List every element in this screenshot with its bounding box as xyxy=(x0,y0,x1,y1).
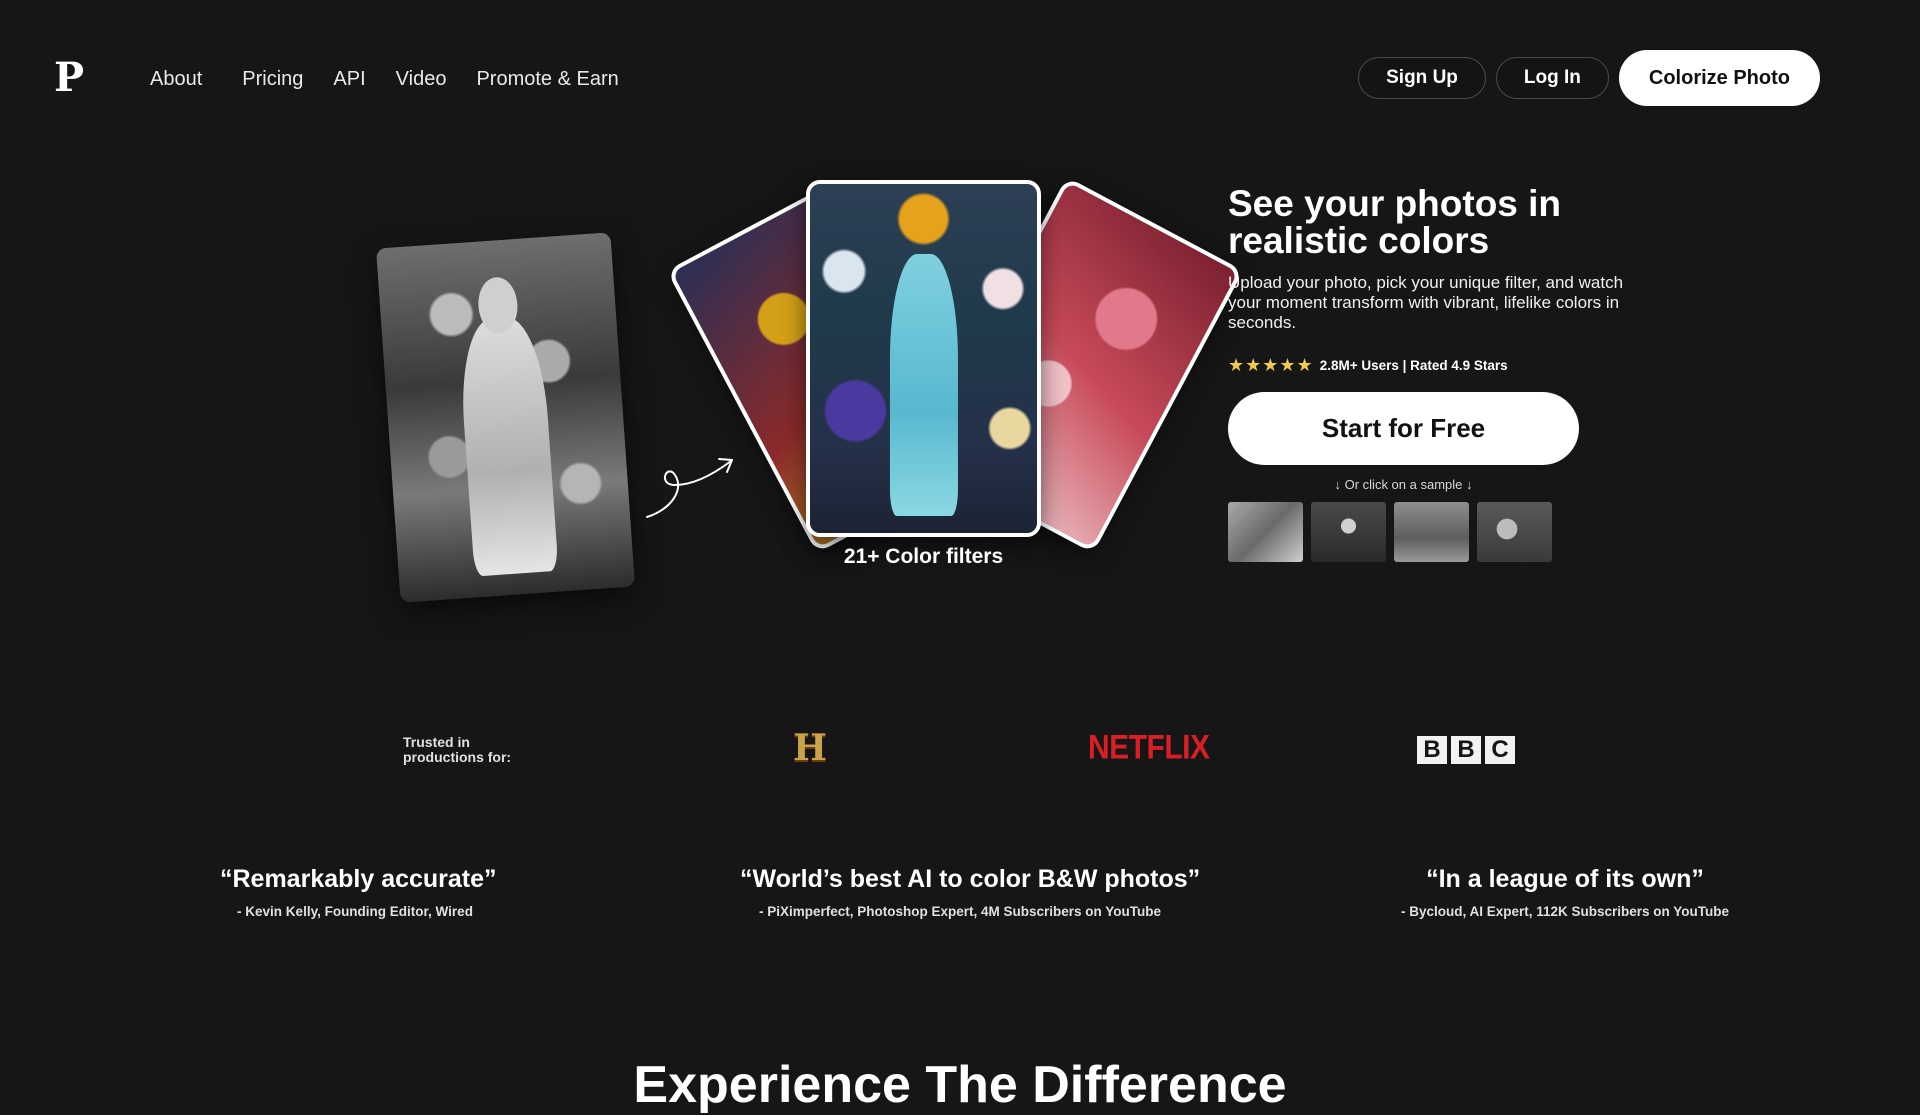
rating-row: ★★★★★ 2.8M+ Users | Rated 4.9 Stars xyxy=(1228,355,1628,376)
rating-text: 2.8M+ Users | Rated 4.9 Stars xyxy=(1319,358,1508,373)
sample-thumbnail-4[interactable] xyxy=(1477,502,1552,562)
bbc-letter: C xyxy=(1485,736,1515,764)
sample-thumbnail-2[interactable] xyxy=(1311,502,1386,562)
history-logo: H xyxy=(793,727,828,769)
photo-figure xyxy=(456,315,559,577)
bbc-logo: B B C xyxy=(1417,736,1515,764)
colorized-figure xyxy=(889,253,958,516)
bbc-letter: B xyxy=(1417,736,1447,764)
nav-link-pricing[interactable]: Pricing xyxy=(242,66,303,92)
netflix-logo: NETFLIX xyxy=(1088,728,1210,767)
testimonial-quote: “World’s best AI to color B&W photos” xyxy=(740,865,1201,893)
nav-link-video[interactable]: Video xyxy=(396,66,447,92)
testimonial-quote: “In a league of its own” xyxy=(1426,865,1704,893)
brand-logo[interactable]: P xyxy=(54,58,84,98)
sample-thumbnails xyxy=(1228,502,1628,562)
testimonial: “Remarkably accurate” - Kevin Kelly, Fou… xyxy=(220,865,497,919)
testimonial-quote: “Remarkably accurate” xyxy=(220,865,497,893)
black-white-photo xyxy=(375,232,636,603)
nav-links: About Pricing API Video Promote & Earn xyxy=(150,66,649,92)
section-title: Experience The Difference xyxy=(633,1056,1287,1114)
sample-thumbnail-1[interactable] xyxy=(1228,502,1303,562)
nav-link-about[interactable]: About xyxy=(150,66,202,92)
sample-hint: ↓ Or click on a sample ↓ xyxy=(1334,477,1473,492)
hero-title: See your photos in realistic colors xyxy=(1228,183,1562,261)
log-in-button[interactable]: Log In xyxy=(1495,57,1609,99)
colorize-photo-button[interactable]: Colorize Photo xyxy=(1618,50,1820,106)
sample-thumbnail-3[interactable] xyxy=(1394,502,1469,562)
trusted-label: Trusted in productions for: xyxy=(403,734,512,765)
color-filter-card-center xyxy=(806,180,1041,537)
nav-actions: Sign Up Log In Colorize Photo xyxy=(1358,50,1820,106)
hero-copy: See your photos in realistic colors Uplo… xyxy=(1228,185,1628,562)
testimonial-author: - Bycloud, AI Expert, 112K Subscribers o… xyxy=(1400,904,1730,919)
curly-arrow-icon xyxy=(646,458,733,518)
testimonial: “World’s best AI to color B&W photos” - … xyxy=(740,865,1201,919)
start-for-free-button[interactable]: Start for Free xyxy=(1228,392,1579,465)
nav-link-api[interactable]: API xyxy=(333,66,365,92)
testimonial-author: - Kevin Kelly, Founding Editor, Wired xyxy=(237,904,473,919)
testimonial-author: - PiXimperfect, Photoshop Expert, 4M Sub… xyxy=(758,904,1162,919)
nav-link-promote[interactable]: Promote & Earn xyxy=(476,66,618,92)
testimonial: “In a league of its own” - Bycloud, AI E… xyxy=(1390,865,1740,919)
bbc-letter: B xyxy=(1451,736,1481,764)
color-filters-caption: 21+ Color filters xyxy=(843,545,1004,568)
top-nav: P About Pricing API Video Promote & Earn… xyxy=(0,0,1920,160)
sign-up-button[interactable]: Sign Up xyxy=(1358,57,1486,99)
hero-subtitle: Upload your photo, pick your unique filt… xyxy=(1228,273,1624,332)
star-icon: ★★★★★ xyxy=(1228,355,1314,375)
